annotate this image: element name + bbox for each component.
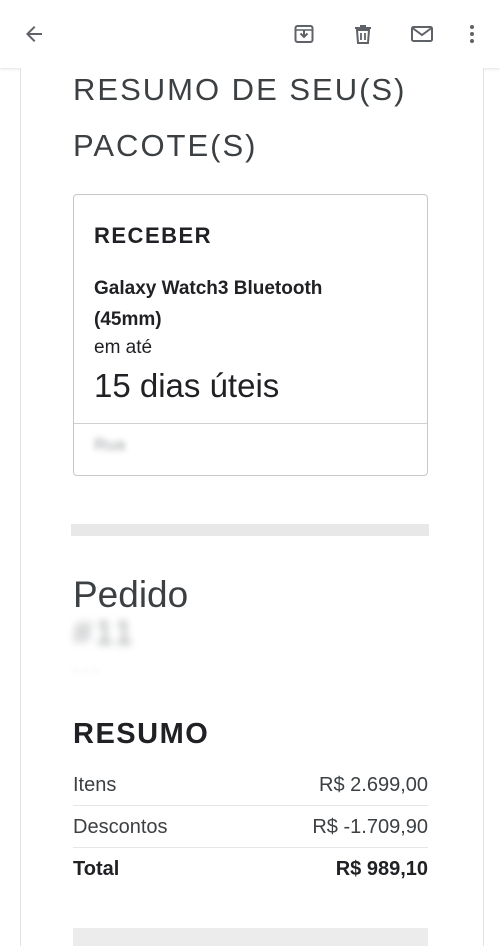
delete-button[interactable]	[343, 14, 383, 54]
card-divider	[74, 423, 427, 424]
order-label: Pedido	[73, 574, 189, 615]
order-extra-obscured: · · ·	[73, 662, 98, 679]
section-divider-bar	[71, 524, 429, 536]
summary-row-value: R$ 2.699,00	[319, 773, 428, 796]
order-number-obscured: #11	[73, 614, 137, 652]
back-button[interactable]	[14, 14, 54, 54]
summary-row-label: Descontos	[73, 815, 168, 838]
summary-row-discounts: Descontos R$ -1.709,90	[73, 807, 428, 848]
delivery-address-obscured: Rua	[94, 435, 126, 454]
archive-icon	[294, 25, 314, 43]
package-summary-title-line2: PACOTE(S)	[73, 128, 258, 163]
summary-row-value: R$ -1.709,90	[312, 815, 428, 838]
delete-icon	[355, 25, 371, 44]
product-name: Galaxy Watch3 Bluetooth (45mm)	[94, 278, 323, 330]
archive-button[interactable]	[284, 14, 324, 54]
summary-title: RESUMO	[73, 718, 210, 750]
mark-unread-button[interactable]	[402, 14, 442, 54]
summary-row-items: Itens R$ 2.699,00	[73, 765, 428, 806]
delivery-until-label: em até	[94, 337, 153, 358]
summary-row-label: Total	[73, 857, 120, 880]
mark-unread-icon	[411, 26, 433, 42]
package-summary-title-line1: RESUMO DE SEU(S)	[73, 72, 407, 107]
summary-row-total: Total R$ 989,10	[73, 849, 428, 889]
summary-row-value: R$ 989,10	[335, 857, 428, 880]
footer-bar	[73, 928, 428, 946]
summary-row-label: Itens	[73, 773, 117, 796]
back-arrow-icon	[26, 26, 42, 42]
more-vert-icon	[470, 25, 474, 43]
receive-label: RECEBER	[94, 223, 213, 248]
delivery-time: 15 dias úteis	[94, 367, 280, 404]
app-bar	[0, 0, 500, 68]
more-options-button[interactable]	[452, 14, 492, 54]
package-card: RECEBER Galaxy Watch3 Bluetooth (45mm) e…	[73, 194, 428, 476]
